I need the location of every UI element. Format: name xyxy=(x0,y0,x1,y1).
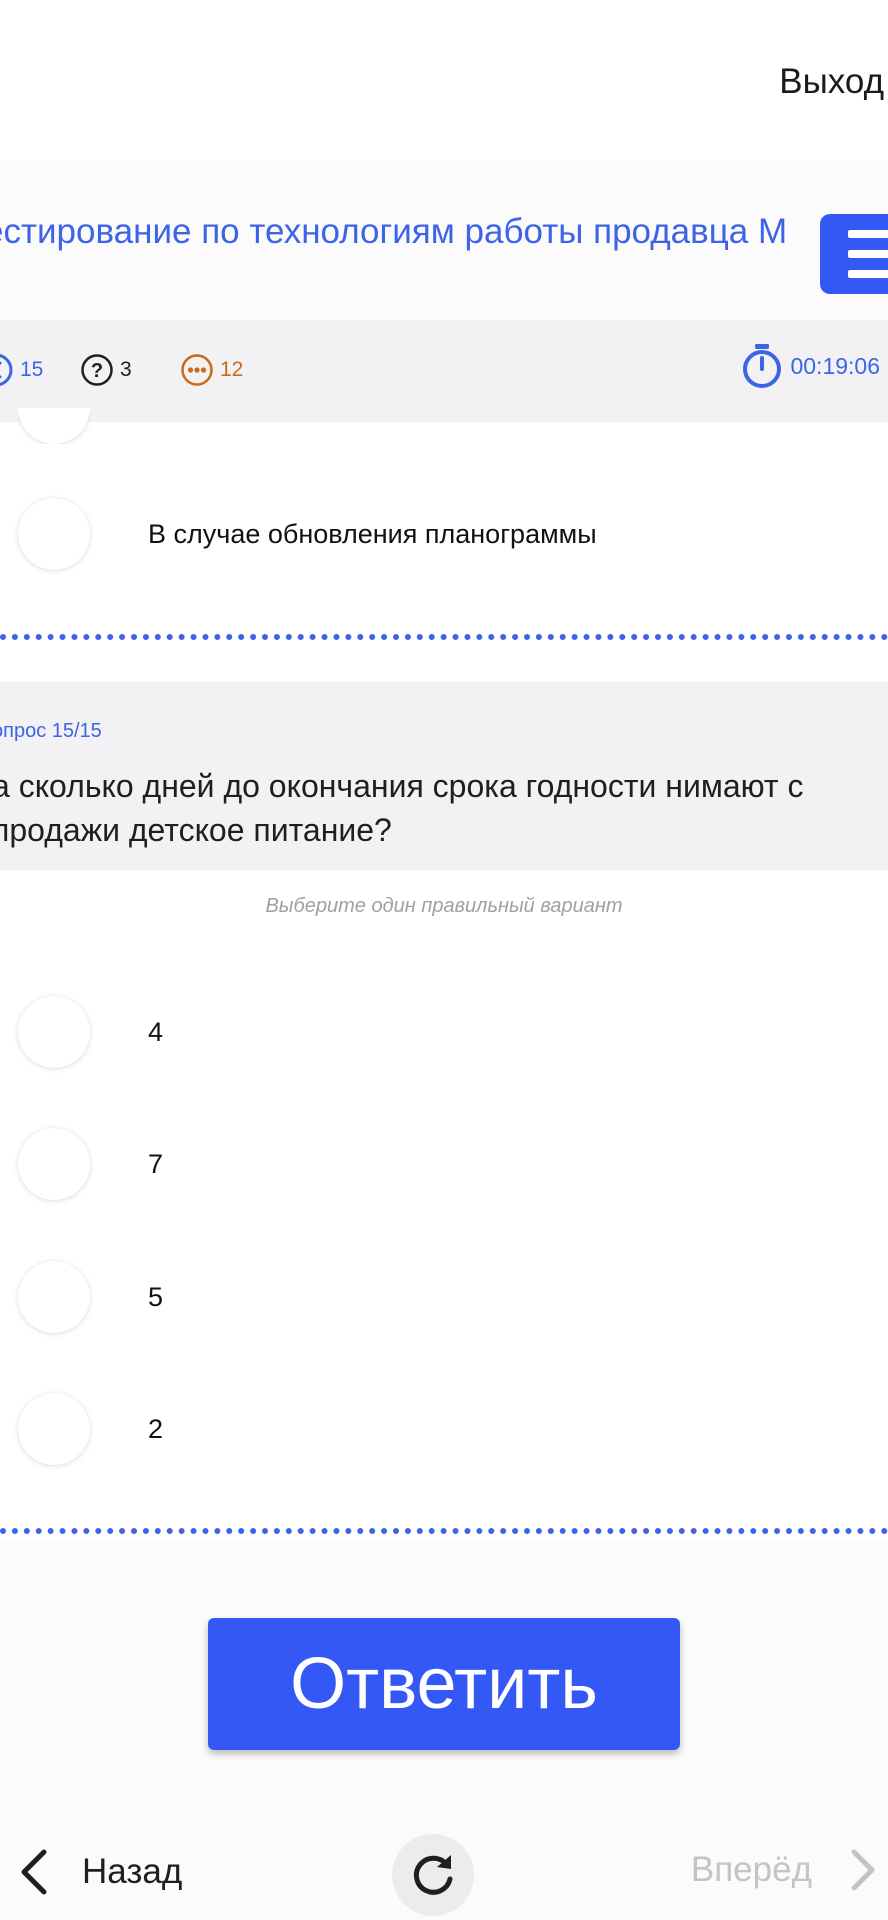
separator xyxy=(0,634,888,640)
question-number: опрос 15/15 xyxy=(0,720,102,742)
timer: 00:19:06 xyxy=(740,344,880,388)
chevron-left-icon xyxy=(21,1849,47,1895)
ellipsis-icon xyxy=(181,354,213,386)
answer-radio-1[interactable] xyxy=(18,996,90,1068)
answered-stat: 15 xyxy=(0,350,43,390)
unknown-stat: ? 3 xyxy=(80,350,132,390)
answer-radio-2[interactable] xyxy=(18,1128,90,1200)
answer-option-4[interactable]: 2 xyxy=(148,1414,163,1445)
reload-button[interactable] xyxy=(392,1834,474,1916)
answer-radio-4[interactable] xyxy=(18,1393,90,1465)
stopwatch-icon xyxy=(743,344,782,388)
back-button[interactable]: Назад xyxy=(18,1848,182,1896)
top-bar xyxy=(0,0,888,160)
answered-count: 15 xyxy=(20,358,44,381)
forward-button[interactable]: Вперёд xyxy=(691,1848,876,1892)
question-text: а сколько дней до окончания срока годнос… xyxy=(0,768,804,848)
back-label: Назад xyxy=(82,1852,183,1891)
reload-icon xyxy=(413,1855,453,1895)
answer-option[interactable]: В случае обновления планограммы xyxy=(148,519,597,550)
separator xyxy=(0,1528,888,1534)
remaining-stat: 12 xyxy=(180,350,243,390)
unknown-count: 3 xyxy=(120,358,132,381)
answered-icon xyxy=(0,353,13,387)
menu-button[interactable] xyxy=(820,214,888,294)
submit-answer-button[interactable]: Ответить xyxy=(208,1618,680,1750)
svg-text:?: ? xyxy=(91,360,103,382)
question-mark-icon: ? xyxy=(81,354,113,386)
logout-button[interactable]: Выход xyxy=(779,62,884,102)
chevron-right-icon xyxy=(851,1849,875,1891)
remaining-count: 12 xyxy=(220,358,244,381)
timer-value: 00:19:06 xyxy=(790,352,880,379)
forward-label: Вперёд xyxy=(690,1850,812,1889)
answer-radio[interactable] xyxy=(18,498,90,570)
answer-option-2[interactable]: 7 xyxy=(148,1149,163,1180)
test-title: естирование по технологиям работы продав… xyxy=(0,212,788,251)
answer-option-1[interactable]: 4 xyxy=(148,1017,163,1048)
answer-option-3[interactable]: 5 xyxy=(148,1282,163,1313)
menu-icon xyxy=(848,230,888,238)
answer-radio-3[interactable] xyxy=(18,1261,90,1333)
answer-hint: Выберите один правильный вариант xyxy=(265,895,623,917)
